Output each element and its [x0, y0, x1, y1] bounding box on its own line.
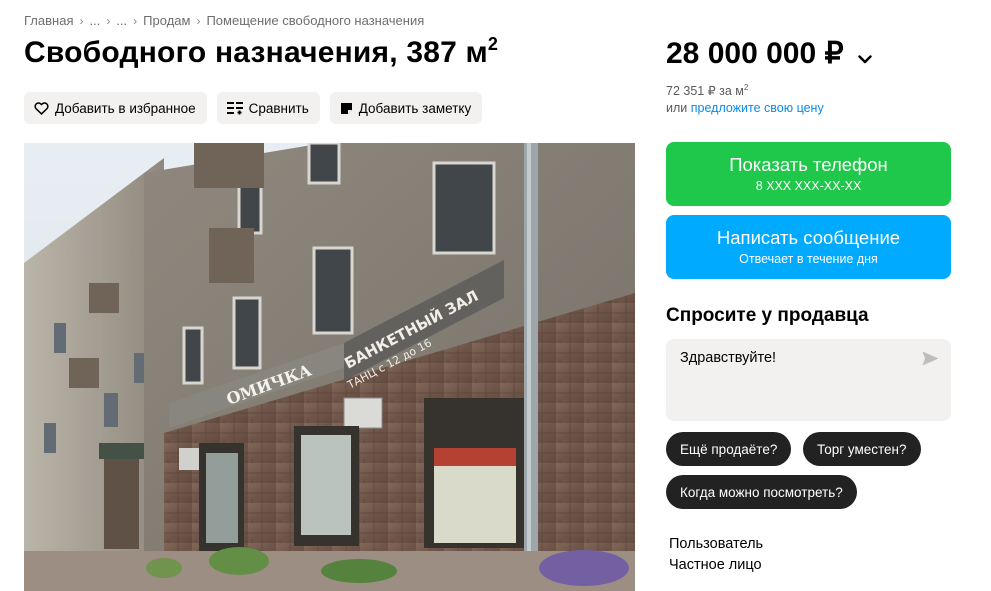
seller-info: Пользователь Частное лицо — [669, 534, 763, 576]
chevron-down-icon[interactable] — [857, 38, 872, 72]
write-message-button[interactable]: Написать сообщение Отвечает в течение дн… — [666, 215, 951, 279]
seller-name[interactable]: Пользователь — [669, 534, 763, 555]
quick-question-chip[interactable]: Торг уместен? — [803, 432, 921, 466]
compare-icon — [226, 101, 243, 115]
show-phone-button[interactable]: Показать телефон 8 XXX XXX-XX-XX — [666, 142, 951, 206]
masked-phone-number: 8 XXX XXX-XX-XX — [755, 179, 862, 193]
breadcrumb-ellipsis[interactable]: ... — [116, 13, 127, 28]
price-value: 28 000 000 ₽ — [666, 36, 844, 70]
breadcrumb-sell[interactable]: Продам — [143, 13, 190, 28]
price-per-unit: 72 351 ₽ за м2 — [666, 79, 824, 100]
quick-question-chip[interactable]: Ещё продаёте? — [666, 432, 792, 466]
breadcrumb-separator: › — [133, 13, 138, 28]
ask-seller-title: Спросите у продавца — [666, 305, 869, 326]
price-details: 72 351 ₽ за м2 или предложите свою цену — [666, 79, 824, 117]
add-to-favorites-label: Добавить в избранное — [55, 100, 196, 116]
page-title-superscript: 2 — [487, 34, 499, 54]
breadcrumb-category[interactable]: Помещение свободного назначения — [206, 13, 424, 28]
page-title-text: Свободного назначения, 387 м — [24, 36, 488, 69]
compare-button[interactable]: Сравнить — [216, 92, 320, 124]
page-title: Свободного назначения, 387 м2 — [24, 34, 498, 70]
breadcrumb-separator: › — [106, 13, 111, 28]
offer-price-link[interactable]: предложите свою цену — [691, 101, 824, 115]
breadcrumb-home[interactable]: Главная — [24, 13, 73, 28]
ask-seller-message-text: Здравствуйте! — [680, 350, 777, 366]
price-offer-line: или предложите свою цену — [666, 100, 824, 117]
heart-outline-icon — [34, 101, 49, 115]
breadcrumb-separator: › — [196, 13, 201, 28]
write-message-label: Написать сообщение — [716, 227, 901, 248]
compare-label: Сравнить — [248, 100, 309, 116]
breadcrumb: Главная › ... › ... › Продам › Помещение… — [24, 13, 424, 28]
add-to-favorites-button[interactable]: Добавить в избранное — [24, 92, 207, 124]
show-phone-label: Показать телефон — [729, 154, 888, 175]
price-per-unit-sup: 2 — [743, 83, 749, 92]
response-time-label: Отвечает в течение дня — [739, 252, 878, 266]
seller-type: Частное лицо — [669, 557, 762, 573]
listing-photo[interactable]: БАНКЕТНЫЙ ЗАЛ ТАНЦ с 12 до 16 ОМИЧКА — [24, 143, 635, 591]
price-offer-prefix: или — [666, 101, 688, 116]
add-note-button[interactable]: Добавить заметку — [329, 92, 483, 124]
send-arrow-icon[interactable] — [922, 351, 939, 370]
quick-question-chip[interactable]: Когда можно посмотреть? — [666, 475, 857, 509]
ask-seller-message-field[interactable]: Здравствуйте! — [666, 339, 951, 421]
price-per-unit-text: 72 351 ₽ за м — [666, 84, 744, 99]
price-block: 28 000 000 ₽ — [666, 34, 872, 72]
breadcrumb-ellipsis[interactable]: ... — [89, 13, 100, 28]
listing-actions: Добавить в избранное Сравнить Добавить з… — [24, 92, 483, 124]
add-note-label: Добавить заметку — [358, 100, 472, 116]
note-icon — [340, 102, 353, 115]
breadcrumb-separator: › — [79, 13, 84, 28]
